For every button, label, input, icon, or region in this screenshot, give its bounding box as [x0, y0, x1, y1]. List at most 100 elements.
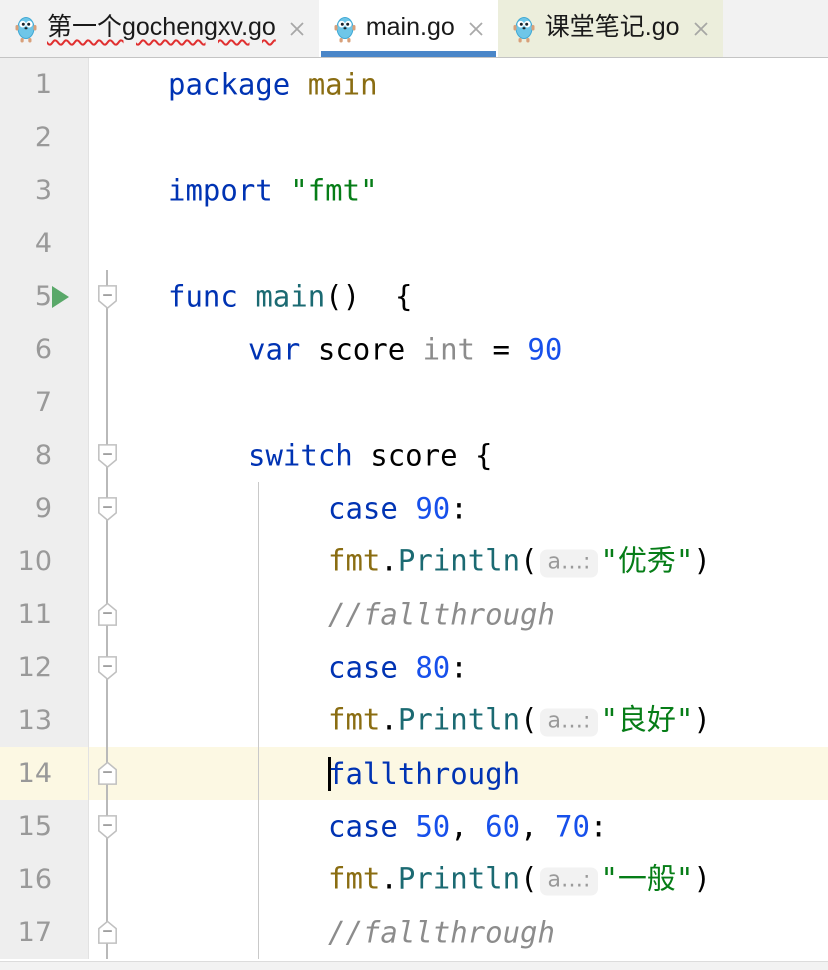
code-text-cell[interactable]: switch score { — [140, 429, 828, 482]
code-token: 90 — [415, 491, 451, 525]
parameter-hint-badge[interactable]: a…: — [539, 867, 599, 895]
parameter-hint-badge[interactable]: a…: — [539, 549, 599, 577]
code-text-cell[interactable]: import "fmt" — [140, 164, 828, 217]
code-text-cell[interactable]: fallthrough — [140, 747, 828, 800]
code-line-10[interactable]: 10 fmt.Println(a…: "优秀") — [0, 535, 828, 588]
line-number-cell: 8 — [0, 429, 88, 482]
code-line-9[interactable]: 9 case 90: — [0, 482, 828, 535]
code-token: switch — [248, 438, 353, 472]
line-number-cell: 16 — [0, 853, 88, 906]
code-line-13[interactable]: 13 fmt.Println(a…: "良好") — [0, 694, 828, 747]
line-number: 10 — [17, 546, 52, 577]
indent-guide — [258, 853, 259, 906]
line-number: 8 — [34, 440, 52, 471]
code-token: { — [457, 438, 493, 472]
indent-guide — [258, 694, 259, 747]
fold-gutter-cell — [88, 429, 140, 482]
editor-tab-0[interactable]: 第一个gochengxv.go — [0, 0, 319, 57]
code-text-cell[interactable]: var score int = 90 — [140, 323, 828, 376]
fold-collapse-icon[interactable] — [96, 654, 119, 681]
code-token: fmt — [328, 543, 381, 577]
close-icon[interactable] — [466, 19, 486, 39]
indent-guide — [258, 588, 259, 641]
code-line-17[interactable]: 17 //fallthrough — [0, 906, 828, 959]
code-text-cell[interactable]: func main() { — [140, 270, 828, 323]
code-text-cell[interactable]: //fallthrough — [140, 906, 828, 959]
code-text-cell[interactable]: case 80: — [140, 641, 828, 694]
code-line-14[interactable]: 14 fallthrough — [0, 747, 828, 800]
line-number: 15 — [17, 811, 52, 842]
code-line-1[interactable]: 1 package main — [0, 58, 828, 111]
code-text-cell[interactable]: case 90: — [140, 482, 828, 535]
code-text: fallthrough — [328, 756, 520, 791]
close-icon[interactable] — [287, 19, 307, 39]
code-text-cell[interactable]: package main — [140, 58, 828, 111]
line-number-cell: 7 — [0, 376, 88, 429]
code-token: case — [328, 809, 398, 843]
parameter-hint-badge[interactable]: a…: — [539, 708, 599, 736]
editor-tab-1[interactable]: main.go — [318, 0, 498, 57]
code-text-cell[interactable] — [140, 217, 828, 270]
line-number: 17 — [17, 917, 52, 948]
fold-gutter-cell — [88, 747, 140, 800]
run-gutter-icon[interactable] — [52, 285, 69, 308]
code-line-5[interactable]: 5 func main() { — [0, 270, 828, 323]
code-text-cell[interactable]: case 50, 60, 70: — [140, 800, 828, 853]
fold-gutter-cell — [88, 323, 140, 376]
fold-end-icon[interactable] — [96, 601, 119, 628]
code-text-cell[interactable]: //fallthrough — [140, 588, 828, 641]
code-text: fmt.Println(a…: "一般") — [328, 864, 711, 895]
code-text-cell[interactable]: fmt.Println(a…: "优秀") — [140, 535, 828, 588]
code-line-3[interactable]: 3 import "fmt" — [0, 164, 828, 217]
fold-gutter-cell — [88, 535, 140, 588]
code-line-6[interactable]: 6 var score int = 90 — [0, 323, 828, 376]
fold-gutter-cell — [88, 111, 140, 164]
code-text-cell[interactable] — [140, 376, 828, 429]
code-token: //fallthrough — [328, 597, 555, 631]
fold-end-icon[interactable] — [96, 919, 119, 946]
code-line-2[interactable]: 2 — [0, 111, 828, 164]
fold-gutter-cell — [88, 58, 140, 111]
code-line-8[interactable]: 8 switch score { — [0, 429, 828, 482]
code-line-16[interactable]: 16 fmt.Println(a…: "一般") — [0, 853, 828, 906]
code-line-11[interactable]: 11 //fallthrough — [0, 588, 828, 641]
code-text-cell[interactable] — [140, 111, 828, 164]
fold-gutter-cell — [88, 853, 140, 906]
code-text-cell[interactable]: fmt.Println(a…: "良好") — [140, 694, 828, 747]
code-line-7[interactable]: 7 — [0, 376, 828, 429]
indent-guide — [258, 641, 259, 694]
line-number: 4 — [34, 228, 52, 259]
code-token: ) — [693, 702, 711, 736]
code-editor[interactable]: 1 package main 2 3 import "fmt" 4 5 func main()… — [0, 58, 828, 970]
code-token: score — [370, 438, 458, 472]
code-text-cell[interactable]: fmt.Println(a…: "一般") — [140, 853, 828, 906]
fold-end-icon[interactable] — [96, 760, 119, 787]
fold-collapse-icon[interactable] — [96, 813, 119, 840]
code-text: import "fmt" — [168, 176, 378, 205]
code-token: : — [450, 491, 468, 525]
line-number-cell: 17 — [0, 906, 88, 959]
fold-collapse-icon[interactable] — [96, 283, 119, 310]
fold-collapse-icon[interactable] — [96, 495, 119, 522]
fold-collapse-icon[interactable] — [96, 442, 119, 469]
code-text: case 80: — [328, 653, 468, 682]
line-number: 1 — [34, 69, 52, 100]
go-gopher-icon — [15, 16, 37, 42]
code-token: main — [255, 279, 326, 313]
code-line-4[interactable]: 4 — [0, 217, 828, 270]
code-line-12[interactable]: 12 case 80: — [0, 641, 828, 694]
indent-guide — [258, 482, 259, 535]
close-icon[interactable] — [691, 19, 711, 39]
line-number-cell: 15 — [0, 800, 88, 853]
code-line-15[interactable]: 15 case 50, 60, 70: — [0, 800, 828, 853]
indent-guide — [258, 906, 259, 959]
fold-region-line — [106, 376, 108, 429]
line-number: 2 — [34, 122, 52, 153]
editor-tab-2[interactable]: 课堂笔记.go — [497, 0, 723, 57]
code-text: fmt.Println(a…: "良好") — [328, 705, 711, 736]
line-number-cell: 12 — [0, 641, 88, 694]
fold-region-line — [106, 323, 108, 376]
line-number-cell: 14 — [0, 747, 88, 800]
code-text: case 90: — [328, 494, 468, 523]
